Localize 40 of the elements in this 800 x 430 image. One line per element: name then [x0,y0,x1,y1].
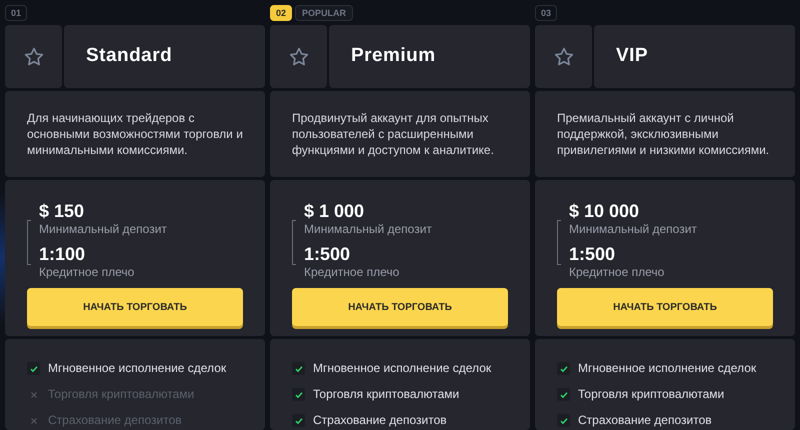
feature-label: Страхование депозитов [48,413,182,428]
leverage-label: Кредитное плечо [569,265,666,280]
plan-number-badge: 01 [5,4,28,20]
feature-label: Мгновенное исполнение сделок [578,361,756,376]
star-icon [22,46,44,68]
plan-number-badge: 03 [535,4,558,20]
deposit-label: Минимальный депозит [569,222,698,237]
leverage-value: 1:500 [569,243,616,265]
bracket-line [292,220,296,265]
leverage-value: 1:100 [39,243,86,265]
leverage-label: Кредитное плечо [304,265,400,280]
plan-title: Standard [86,44,172,68]
popular-tag: POPULAR [295,4,354,20]
bracket-line [27,220,31,265]
plan-description: Продвинутый аккаунт для опытных пользователей с расширенными функциями и доступом к аналитике. [292,110,495,158]
deposit-amount: $ 1 000 [304,200,366,222]
leverage-label: Кредитное плечо [39,265,136,280]
start-trading-button[interactable]: НАЧАТЬ ТОРГОВАТЬ [27,288,243,326]
start-trading-button[interactable]: НАЧАТЬ ТОРГОВАТЬ [557,288,773,326]
deposit-label: Минимальный депозит [39,222,168,237]
plan-title: VIP [616,44,648,68]
plan-description: Премиальный аккаунт с личной поддержкой, эксклюзивными привилегиями и низкими комиссиями. [557,110,770,158]
deposit-amount: $ 150 [39,200,86,222]
start-trading-button[interactable]: НАЧАТЬ ТОРГОВАТЬ [292,288,508,326]
feature-label: Мгновенное исполнение сделок [48,361,226,376]
feature-label: Торговля криптовалютами [48,387,194,402]
feature-label: Мгновенное исполнение сделок [313,361,492,376]
plan-description: Для начинающих трейдеров с основными возможностями торговли и минимальными комиссиями. [27,110,243,158]
deposit-amount: $ 10 000 [569,200,640,222]
leverage-value: 1:500 [304,243,352,265]
plan-title: Premium [351,44,436,68]
deposit-label: Минимальный депозит [304,222,433,237]
star-icon [552,46,574,68]
plan-number-badge: 02 [270,4,292,20]
bracket-line [557,220,561,265]
star-icon [288,46,310,68]
feature-label: Торговля криптовалютами [578,387,724,402]
feature-label: Торговля криптовалютами [313,387,460,402]
feature-label: Страхование депозитов [578,413,712,428]
feature-label: Страхование депозитов [313,413,447,428]
